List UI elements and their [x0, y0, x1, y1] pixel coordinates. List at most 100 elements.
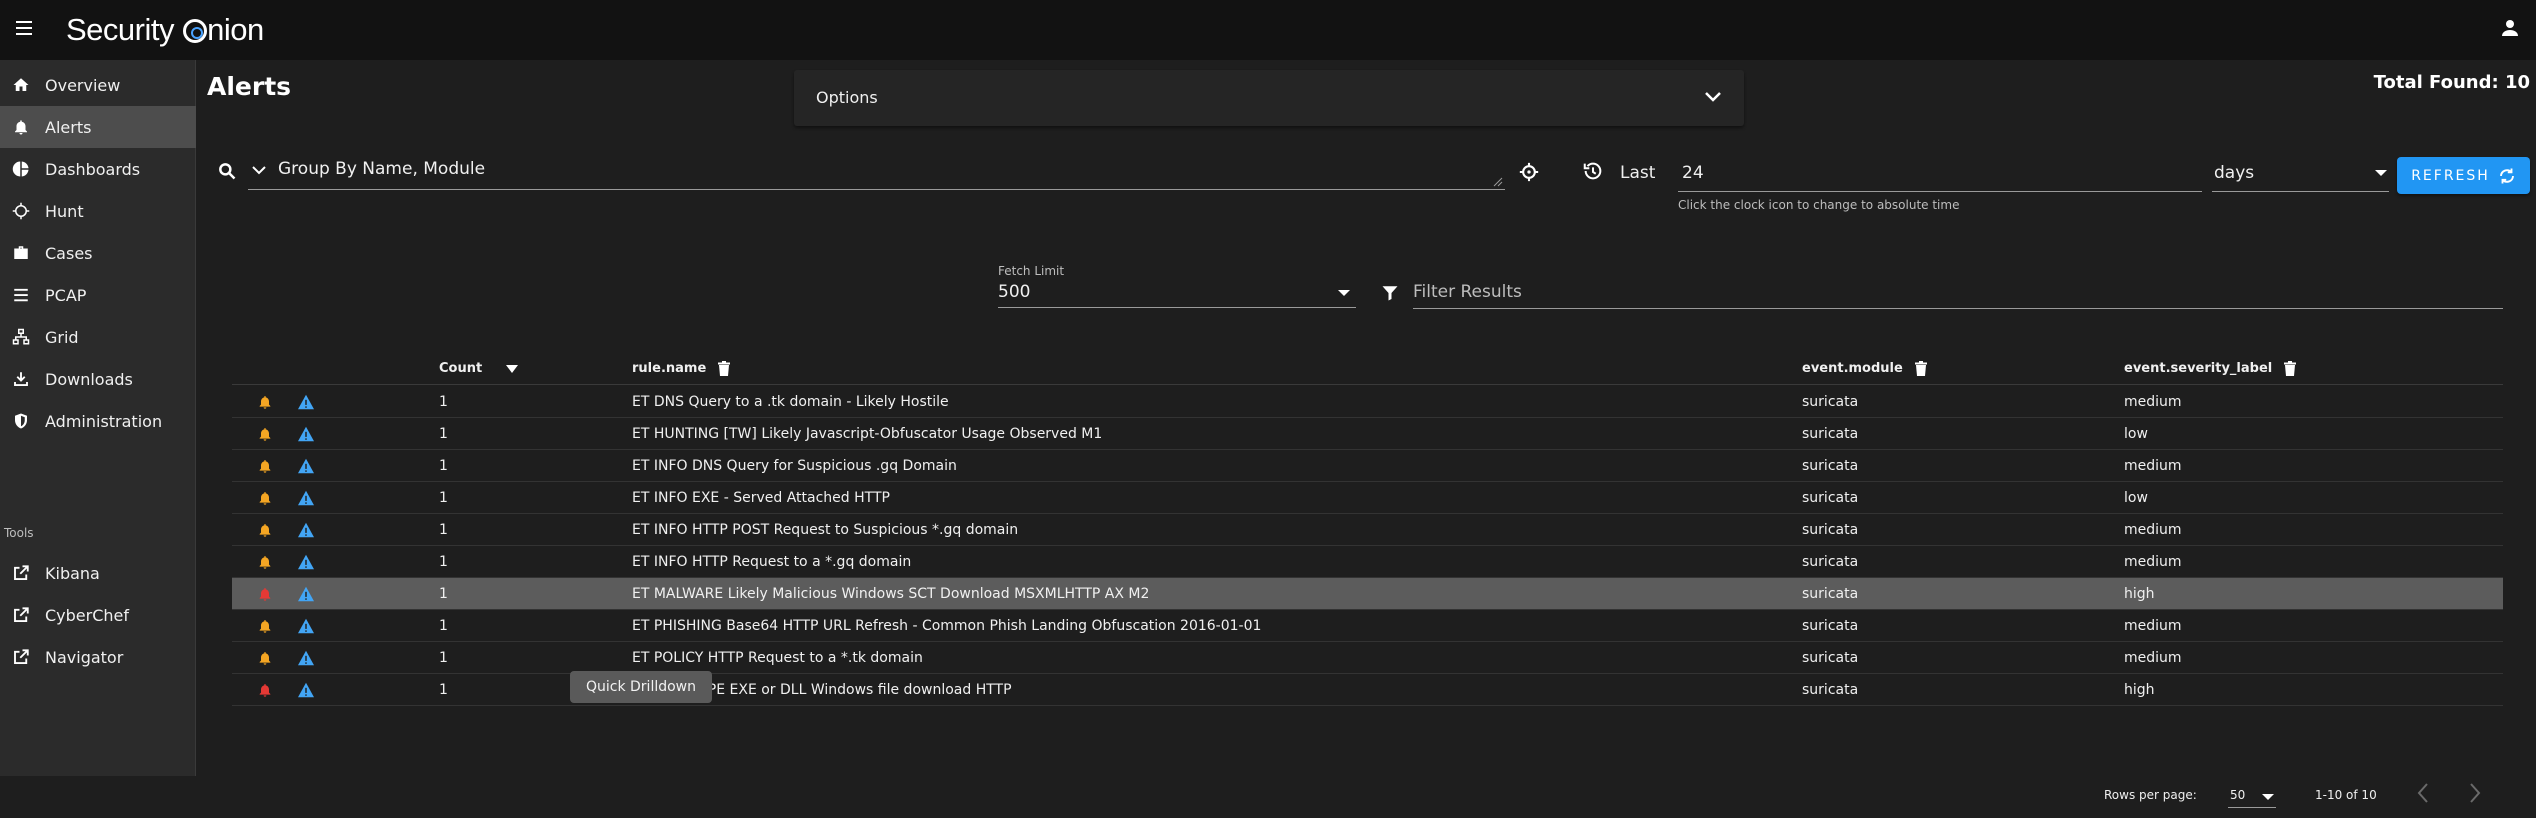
filter-results-input[interactable]: Filter Results [1413, 277, 2503, 309]
sidebar-item-navigator[interactable]: Navigator [0, 636, 196, 678]
cell-severity[interactable]: medium [2124, 642, 2182, 674]
sidebar-item-pcap[interactable]: PCAP [0, 274, 196, 316]
cell-severity[interactable]: medium [2124, 514, 2182, 546]
escalate-alert-icon[interactable] [297, 386, 315, 418]
chevron-left-icon[interactable] [2416, 782, 2430, 804]
table-row[interactable]: 1 ET INFO HTTP Request to a *.gq domain su… [232, 546, 2503, 578]
cell-rule-name[interactable]: ET PHISHING Base64 HTTP URL Refresh - Co… [632, 610, 1261, 642]
table-row[interactable]: 1 ET POLICY HTTP Request to a *.tk domain… [232, 642, 2503, 674]
escalate-alert-icon[interactable] [297, 450, 315, 482]
cell-event-module[interactable]: suricata [1802, 642, 1858, 674]
menu-icon[interactable] [14, 18, 34, 38]
cell-count[interactable]: 1 [439, 610, 448, 642]
cell-count[interactable]: 1 [439, 674, 448, 706]
account-icon[interactable] [2498, 16, 2522, 40]
cell-severity[interactable]: medium [2124, 450, 2182, 482]
acknowledge-bell-icon[interactable] [257, 642, 273, 674]
cell-event-module[interactable]: suricata [1802, 610, 1858, 642]
time-unit-select[interactable]: days [2212, 154, 2389, 192]
sidebar-item-dashboards[interactable]: Dashboards [0, 148, 196, 190]
rows-per-page-select[interactable]: 50 [2228, 780, 2276, 808]
acknowledge-bell-icon[interactable] [257, 482, 273, 514]
cell-event-module[interactable]: suricata [1802, 418, 1858, 450]
cell-severity[interactable]: low [2124, 418, 2148, 450]
table-row[interactable]: 1 ET MALWARE Likely Malicious Windows SCT… [232, 578, 2503, 610]
column-header-event-module[interactable]: event.module [1802, 352, 1927, 385]
trash-icon[interactable] [718, 361, 731, 376]
sidebar-item-downloads[interactable]: Downloads [0, 358, 196, 400]
cell-severity[interactable]: low [2124, 482, 2148, 514]
sidebar-item-hunt[interactable]: Hunt [0, 190, 196, 232]
cell-event-module[interactable]: suricata [1802, 514, 1858, 546]
acknowledge-bell-icon[interactable] [257, 610, 273, 642]
cell-event-module[interactable]: suricata [1802, 386, 1858, 418]
acknowledge-bell-icon[interactable] [257, 546, 273, 578]
table-row[interactable]: 1 ET INFO EXE - Served Attached HTTP suric… [232, 482, 2503, 514]
table-row[interactable]: 1 ET INFO HTTP POST Request to Suspicious… [232, 514, 2503, 546]
refresh-button[interactable]: REFRESH [2397, 157, 2530, 194]
cell-rule-name[interactable]: ET HUNTING [TW] Likely Javascript-Obfusc… [632, 418, 1102, 450]
sidebar-item-administration[interactable]: Administration [0, 400, 196, 442]
cell-event-module[interactable]: suricata [1802, 450, 1858, 482]
escalate-alert-icon[interactable] [297, 546, 315, 578]
table-row[interactable]: 1 ET DNS Query to a .tk domain - Likely H… [232, 386, 2503, 418]
cell-event-module[interactable]: suricata [1802, 546, 1858, 578]
column-header-count[interactable]: Count [439, 352, 519, 385]
sort-desc-icon[interactable] [506, 364, 519, 373]
cell-count[interactable]: 1 [439, 418, 448, 450]
resize-handle-icon[interactable] [1493, 177, 1503, 187]
escalate-alert-icon[interactable] [297, 514, 315, 546]
trash-icon[interactable] [1914, 361, 1927, 376]
cell-severity[interactable]: high [2124, 674, 2155, 706]
cell-event-module[interactable]: suricata [1802, 674, 1858, 706]
cell-rule-name[interactable]: ET INFO HTTP Request to a *.gq domain [632, 546, 911, 578]
acknowledge-bell-icon[interactable] [257, 450, 273, 482]
acknowledge-bell-icon[interactable] [257, 578, 273, 610]
cell-count[interactable]: 1 [439, 514, 448, 546]
options-panel[interactable]: Options [794, 70, 1744, 126]
escalate-alert-icon[interactable] [297, 418, 315, 450]
sidebar-item-grid[interactable]: Grid [0, 316, 196, 358]
cell-count[interactable]: 1 [439, 546, 448, 578]
cell-count[interactable]: 1 [439, 482, 448, 514]
escalate-alert-icon[interactable] [297, 642, 315, 674]
sidebar-item-kibana[interactable]: Kibana [0, 552, 196, 594]
sidebar-item-cases[interactable]: Cases [0, 232, 196, 274]
chevron-right-icon[interactable] [2468, 782, 2482, 804]
chevron-down-icon[interactable] [252, 165, 266, 175]
acknowledge-bell-icon[interactable] [257, 418, 273, 450]
cell-rule-name[interactable]: ET INFO DNS Query for Suspicious .gq Dom… [632, 450, 957, 482]
query-input[interactable]: Group By Name, Module [248, 152, 1505, 190]
escalate-alert-icon[interactable] [297, 610, 315, 642]
crosshairs-icon[interactable] [1519, 162, 1539, 182]
cell-rule-name[interactable]: ET INFO HTTP POST Request to Suspicious … [632, 514, 1018, 546]
sidebar-item-cyberchef[interactable]: CyberChef [0, 594, 196, 636]
cell-count[interactable]: 1 [439, 578, 448, 610]
cell-event-module[interactable]: suricata [1802, 482, 1858, 514]
cell-severity[interactable]: high [2124, 578, 2155, 610]
cell-rule-name[interactable]: ET POLICY HTTP Request to a *.tk domain [632, 642, 923, 674]
column-header-rule-name[interactable]: rule.name [632, 352, 731, 385]
acknowledge-bell-icon[interactable] [257, 514, 273, 546]
table-row[interactable]: 1 ET INFO DNS Query for Suspicious .gq Do… [232, 450, 2503, 482]
cell-rule-name[interactable]: ET INFO EXE - Served Attached HTTP [632, 482, 890, 514]
acknowledge-bell-icon[interactable] [257, 674, 273, 706]
cell-count[interactable]: 1 [439, 386, 448, 418]
trash-icon[interactable] [2284, 361, 2297, 376]
cell-count[interactable]: 1 [439, 450, 448, 482]
cell-severity[interactable]: medium [2124, 386, 2182, 418]
escalate-alert-icon[interactable] [297, 482, 315, 514]
cell-count[interactable]: 1 [439, 642, 448, 674]
cell-severity[interactable]: medium [2124, 610, 2182, 642]
time-range-input[interactable]: 24 [1678, 154, 2202, 192]
column-header-severity[interactable]: event.severity_label [2124, 352, 2297, 385]
sidebar-item-overview[interactable]: Overview [0, 64, 196, 106]
history-clock-icon[interactable] [1582, 160, 1604, 182]
escalate-alert-icon[interactable] [297, 674, 315, 706]
cell-rule-name[interactable]: ET MALWARE Likely Malicious Windows SCT … [632, 578, 1149, 610]
sidebar-item-alerts[interactable]: Alerts [0, 106, 196, 148]
fetch-limit-select[interactable]: 500 [998, 278, 1356, 308]
cell-rule-name[interactable]: ET DNS Query to a .tk domain - Likely Ho… [632, 386, 949, 418]
escalate-alert-icon[interactable] [297, 578, 315, 610]
table-row[interactable]: 1 ET HUNTING [TW] Likely Javascript-Obfus… [232, 418, 2503, 450]
